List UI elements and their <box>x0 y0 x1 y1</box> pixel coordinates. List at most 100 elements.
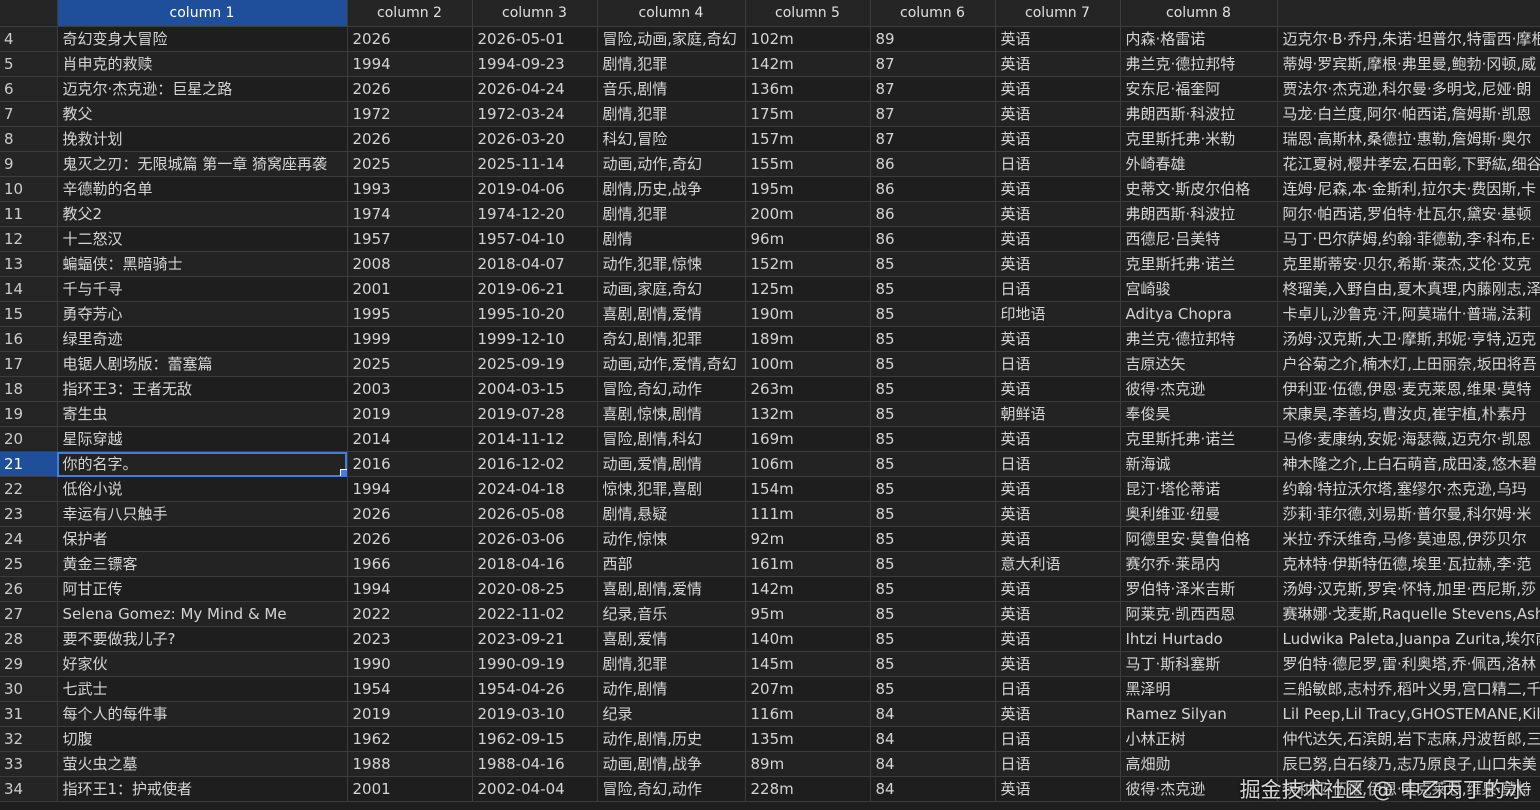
row-number[interactable]: 4 <box>0 26 58 52</box>
table-cell[interactable]: 西德尼·吕美特 <box>1120 226 1278 252</box>
table-cell[interactable]: 86 <box>870 176 996 202</box>
table-cell[interactable]: 1954-04-26 <box>472 676 598 702</box>
active-cell[interactable]: 你的名字。 <box>57 451 348 477</box>
table-cell[interactable]: 86 <box>870 151 996 177</box>
table-cell[interactable]: Ludwika Paleta,Juanpa Zurita,埃尔南 <box>1277 626 1540 652</box>
table-cell[interactable]: 92m <box>745 526 871 552</box>
table-cell[interactable]: 2001 <box>347 276 473 302</box>
table-cell[interactable]: 2019-06-21 <box>472 276 598 302</box>
table-cell[interactable]: 星际穿越 <box>57 426 348 452</box>
table-cell[interactable]: 2019-04-06 <box>472 176 598 202</box>
table-cell[interactable]: 冒险,奇幻,动作 <box>597 776 746 802</box>
table-cell[interactable]: 2024-04-18 <box>472 476 598 502</box>
table-cell[interactable]: 2026-04-24 <box>472 76 598 102</box>
column-header-1[interactable]: column 1 <box>57 0 348 27</box>
table-cell[interactable]: 207m <box>745 676 871 702</box>
table-cell[interactable]: 保护者 <box>57 526 348 552</box>
table-cell[interactable]: 84 <box>870 726 996 752</box>
row-number[interactable]: 31 <box>0 701 58 727</box>
row-number[interactable]: 13 <box>0 251 58 277</box>
table-cell[interactable]: 84 <box>870 701 996 727</box>
table-cell[interactable]: 85 <box>870 601 996 627</box>
table-cell[interactable]: 黑泽明 <box>1120 676 1278 702</box>
table-cell[interactable]: 黄金三镖客 <box>57 551 348 577</box>
table-cell[interactable]: 169m <box>745 426 871 452</box>
column-header-2[interactable]: column 2 <box>347 0 473 27</box>
table-cell[interactable]: 228m <box>745 776 871 802</box>
row-number[interactable]: 33 <box>0 751 58 777</box>
table-cell[interactable]: 科幻,冒险 <box>597 126 746 152</box>
row-number[interactable]: 22 <box>0 476 58 502</box>
fill-handle[interactable] <box>339 469 346 476</box>
table-cell[interactable]: 挽救计划 <box>57 126 348 152</box>
table-cell[interactable]: 85 <box>870 676 996 702</box>
table-cell[interactable]: 昆汀·塔伦蒂诺 <box>1120 476 1278 502</box>
table-cell[interactable]: 2020-08-25 <box>472 576 598 602</box>
table-cell[interactable]: 142m <box>745 51 871 77</box>
table-cell[interactable]: 赛尔乔·莱昂内 <box>1120 551 1278 577</box>
data-grid[interactable]: column 1 column 2 column 3 column 4 column 5… <box>0 0 1540 810</box>
table-cell[interactable]: 195m <box>745 176 871 202</box>
table-cell[interactable]: 克里斯托弗·米勒 <box>1120 126 1278 152</box>
table-cell[interactable]: 电锯人剧场版：蕾塞篇 <box>57 351 348 377</box>
table-cell[interactable]: 英语 <box>995 376 1121 402</box>
row-number[interactable]: 29 <box>0 651 58 677</box>
table-cell[interactable]: 肖申克的救赎 <box>57 51 348 77</box>
table-cell[interactable]: 动作,剧情,历史 <box>597 726 746 752</box>
table-cell[interactable]: 弗朗西斯·科波拉 <box>1120 101 1278 127</box>
table-cell[interactable]: 纪录 <box>597 701 746 727</box>
table-cell[interactable]: 约翰·特拉沃尔塔,塞缪尔·杰克逊,乌玛 <box>1277 476 1540 502</box>
table-cell[interactable]: 1974-12-20 <box>472 201 598 227</box>
table-cell[interactable]: 87 <box>870 126 996 152</box>
table-cell[interactable]: 85 <box>870 526 996 552</box>
table-cell[interactable]: 85 <box>870 251 996 277</box>
table-cell[interactable]: 剧情,犯罪 <box>597 201 746 227</box>
table-cell[interactable]: 145m <box>745 651 871 677</box>
table-cell[interactable]: 85 <box>870 326 996 352</box>
table-cell[interactable]: 85 <box>870 376 996 402</box>
column-header-9[interactable] <box>1277 0 1540 27</box>
row-number[interactable]: 6 <box>0 76 58 102</box>
table-cell[interactable]: 英语 <box>995 101 1121 127</box>
table-cell[interactable]: 1995-10-20 <box>472 301 598 327</box>
table-cell[interactable]: 奉俊昊 <box>1120 401 1278 427</box>
table-cell[interactable]: 剧情,历史,战争 <box>597 176 746 202</box>
table-cell[interactable]: 奇幻,剧情,犯罪 <box>597 326 746 352</box>
table-cell[interactable]: 2002-04-04 <box>472 776 598 802</box>
table-cell[interactable]: 英语 <box>995 226 1121 252</box>
table-cell[interactable]: 动画,剧情,战争 <box>597 751 746 777</box>
table-cell[interactable]: 吉原达矢 <box>1120 351 1278 377</box>
table-cell[interactable]: 英语 <box>995 251 1121 277</box>
table-cell[interactable]: 彼得·杰克逊 <box>1120 376 1278 402</box>
table-cell[interactable]: 英语 <box>995 176 1121 202</box>
table-cell[interactable]: 日语 <box>995 751 1121 777</box>
table-cell[interactable]: 辰巳努,白石绫乃,志乃原良子,山口朱美 <box>1277 751 1540 777</box>
row-number[interactable]: 19 <box>0 401 58 427</box>
table-cell[interactable]: 马丁·斯科塞斯 <box>1120 651 1278 677</box>
table-cell[interactable]: 每个人的每件事 <box>57 701 348 727</box>
table-cell[interactable]: 柊瑠美,入野自由,夏木真理,内藤刚志,泽 <box>1277 276 1540 302</box>
table-cell[interactable]: 迈克尔·杰克逊：巨星之路 <box>57 76 348 102</box>
table-cell[interactable]: 100m <box>745 351 871 377</box>
table-cell[interactable]: Ramez Silyan <box>1120 701 1278 727</box>
table-cell[interactable]: 西部 <box>597 551 746 577</box>
table-cell[interactable]: 125m <box>745 276 871 302</box>
table-cell[interactable]: 动画,动作,奇幻 <box>597 151 746 177</box>
table-cell[interactable]: 2025-11-14 <box>472 151 598 177</box>
table-cell[interactable]: 剧情,犯罪 <box>597 651 746 677</box>
table-cell[interactable]: 动画,爱情,剧情 <box>597 451 746 477</box>
table-cell[interactable]: Selena Gomez: My Mind & Me <box>57 601 348 627</box>
table-cell[interactable]: 1999 <box>347 326 473 352</box>
table-cell[interactable]: 1994-09-23 <box>472 51 598 77</box>
table-cell[interactable]: 85 <box>870 401 996 427</box>
table-cell[interactable]: 英语 <box>995 651 1121 677</box>
table-cell[interactable]: 86 <box>870 226 996 252</box>
table-cell[interactable]: 七武士 <box>57 676 348 702</box>
table-cell[interactable]: 2026 <box>347 126 473 152</box>
table-cell[interactable]: 85 <box>870 301 996 327</box>
column-header-4[interactable]: column 4 <box>597 0 746 27</box>
table-cell[interactable]: 冒险,剧情,科幻 <box>597 426 746 452</box>
table-cell[interactable]: 87 <box>870 51 996 77</box>
table-cell[interactable]: 英语 <box>995 601 1121 627</box>
table-cell[interactable]: 2026 <box>347 26 473 52</box>
